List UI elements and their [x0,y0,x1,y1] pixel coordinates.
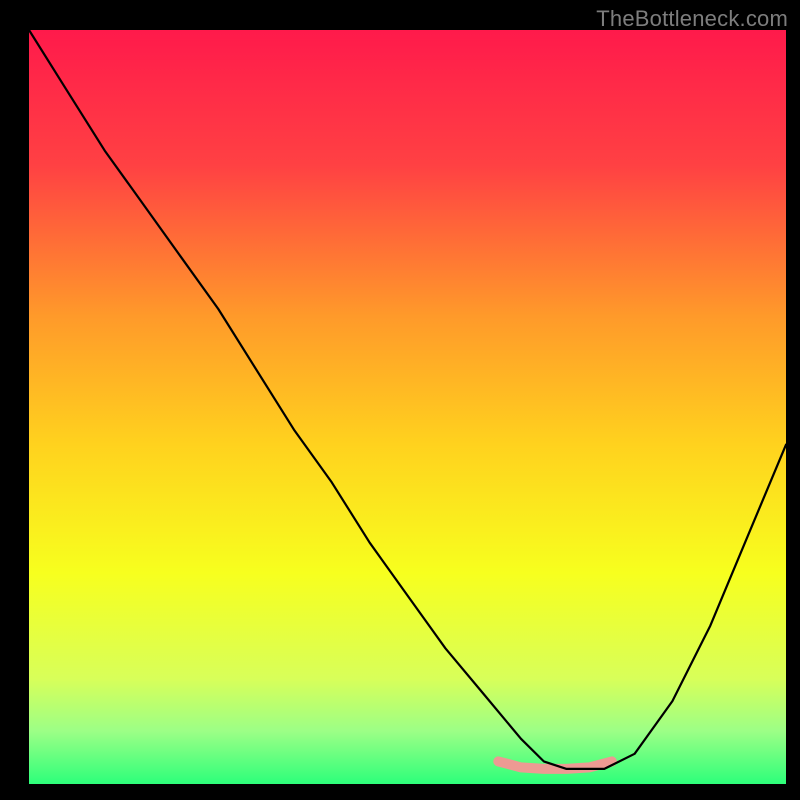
chart-container: TheBottleneck.com [0,0,800,800]
bottleneck-chart [0,0,800,800]
watermark-label: TheBottleneck.com [596,6,788,32]
